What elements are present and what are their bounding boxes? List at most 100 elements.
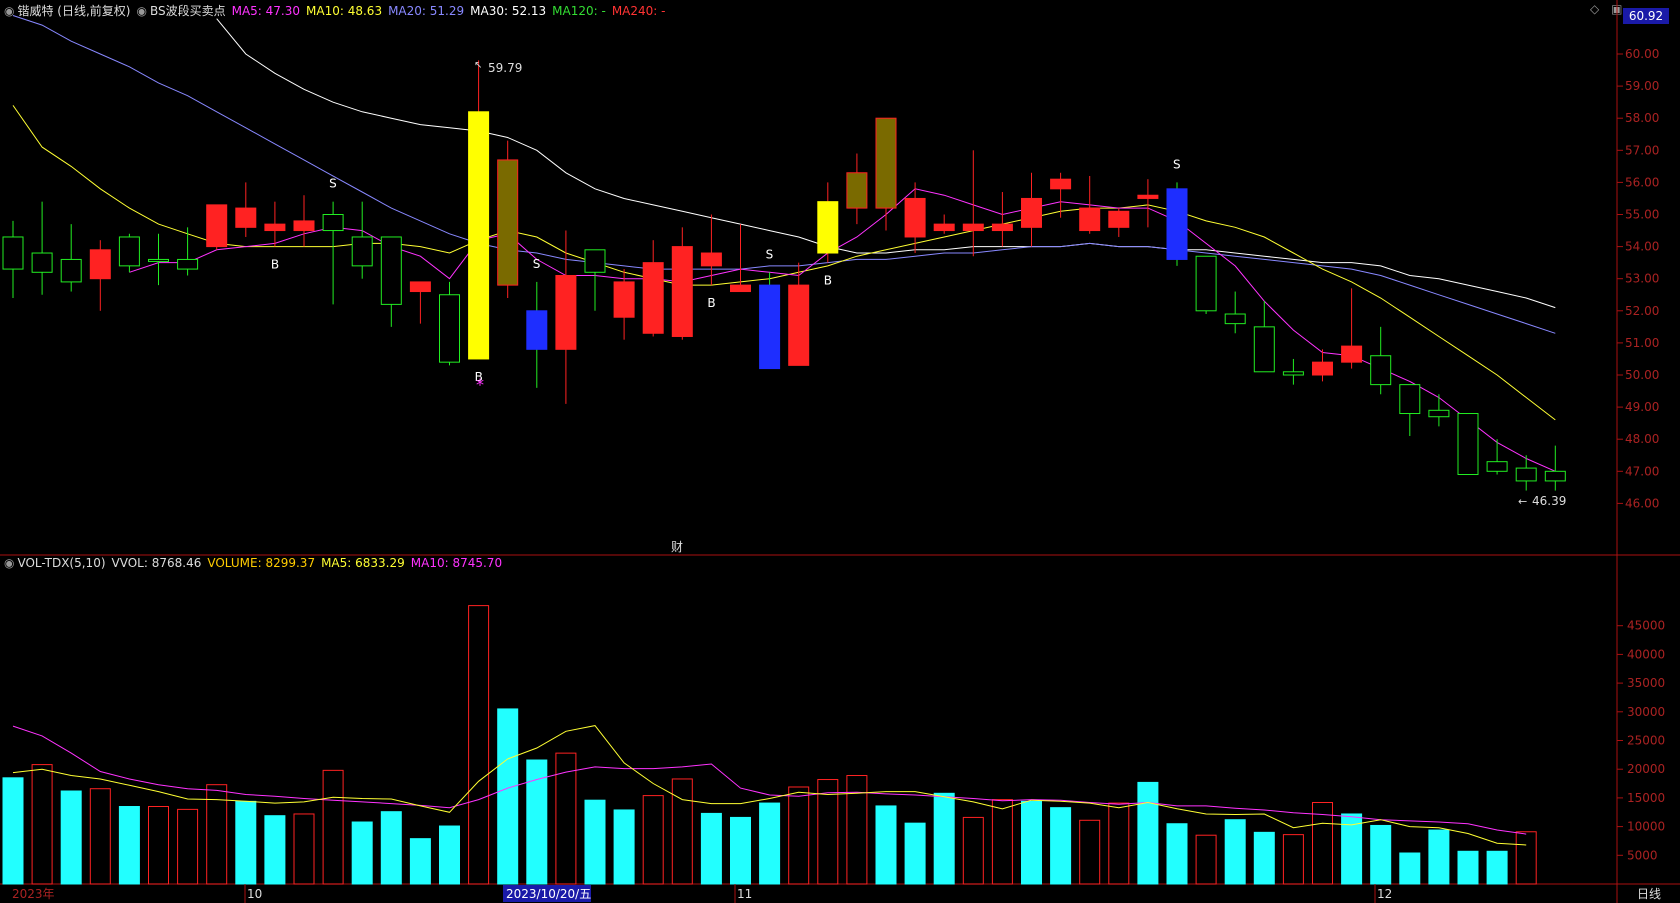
volume-bar <box>962 816 984 885</box>
date-label-dec: 12 <box>1377 887 1392 901</box>
period-label[interactable]: 日线 <box>1637 887 1661 901</box>
candle-body <box>642 262 664 334</box>
volume-bar <box>671 778 693 885</box>
candle-body <box>206 204 228 248</box>
candle-body <box>380 236 402 305</box>
volume-bar <box>380 811 402 885</box>
cursor-date-label: 2023/10/20/五 <box>506 887 591 901</box>
volume-bar <box>584 799 606 885</box>
sell-signal: S <box>1173 157 1181 171</box>
volume-bar <box>1224 819 1246 885</box>
volume-tick-label: 10000 <box>1627 820 1665 834</box>
candle-body <box>933 223 955 232</box>
volume-tick-label: 5000 <box>1627 848 1658 862</box>
volume-bar <box>933 792 955 885</box>
candle-body <box>1457 413 1479 476</box>
volume-bar <box>1282 834 1304 885</box>
candle-body <box>31 252 53 273</box>
volume-bar <box>148 806 169 885</box>
volume-bar <box>118 806 140 885</box>
volume-bar <box>235 800 257 885</box>
candle-body <box>846 172 868 209</box>
volume-bar <box>1166 823 1188 885</box>
price-tick-label: 53.00 <box>1625 272 1659 286</box>
volume-bar <box>1079 819 1101 885</box>
volume-axis: 45000 40000 35000 30000 25000 20000 15000 10000… <box>1617 619 1665 862</box>
volume-bar <box>89 788 111 885</box>
candle-body <box>409 281 431 293</box>
date-label-nov: 11 <box>737 887 752 901</box>
candle-body <box>89 249 111 280</box>
volume-bar <box>642 795 664 885</box>
candle-body <box>555 274 577 350</box>
price-tick-label: 46.00 <box>1625 496 1659 510</box>
volume-bar <box>1486 850 1508 885</box>
sell-signal: S <box>766 247 774 261</box>
volume-bar <box>788 786 810 885</box>
date-axis: 2023年 10 2023/10/20/五 11 12 日线 <box>12 884 1661 903</box>
volume-bar <box>613 809 635 885</box>
volume-bar <box>1195 834 1217 885</box>
candle-body <box>1515 467 1537 482</box>
price-tick-label: 59.00 <box>1625 79 1659 93</box>
volume-bar <box>1108 802 1130 885</box>
volume-tick-label: 30000 <box>1627 705 1665 719</box>
candle-body <box>1137 194 1159 199</box>
candle-body <box>1486 461 1508 472</box>
kline-chart-window[interactable]: ◉ 锴威特 (日线,前复权) ◉ BS波段买卖点 MA5: 47.30 MA10: 48.… <box>0 0 1680 903</box>
volume-bar <box>1137 781 1159 885</box>
volume-bar <box>31 764 53 885</box>
chart-canvas[interactable]: 60.00 59.00 58.00 57.00 56.00 55.00 54.00 53.00… <box>0 0 1680 903</box>
price-tick-label: 55.00 <box>1625 208 1659 222</box>
candle-body <box>293 220 315 232</box>
volume-bar <box>991 799 1013 885</box>
candle-body <box>322 214 344 232</box>
candle-body <box>584 249 606 273</box>
buy-signal: B <box>824 274 832 288</box>
volume-bar <box>1515 831 1537 885</box>
price-tick-label: 52.00 <box>1625 304 1659 318</box>
candle-body <box>700 252 722 267</box>
volume-bar <box>293 813 315 885</box>
volume-tick-label: 40000 <box>1627 647 1665 661</box>
candle-body <box>613 281 635 318</box>
candle-body <box>1050 178 1072 190</box>
bs-signal-markers: BSBSBSBS <box>271 157 1181 384</box>
candle-body <box>439 294 460 363</box>
candle-body <box>1544 470 1566 482</box>
volume-tick-label: 25000 <box>1627 734 1665 748</box>
volume-tick-label: 45000 <box>1627 619 1665 633</box>
candle-body <box>468 111 490 360</box>
volume-bar <box>1253 831 1275 885</box>
price-tick-label: 48.00 <box>1625 432 1659 446</box>
candle-body <box>60 258 82 283</box>
price-tick-label: 50.00 <box>1625 368 1659 382</box>
volume-bar <box>730 816 751 885</box>
low-arrow-icon: ← <box>1518 495 1527 508</box>
volume-bar <box>177 808 199 885</box>
candle-body <box>148 258 169 262</box>
candle-body <box>1224 313 1246 325</box>
volume-bar <box>1021 800 1042 885</box>
candle-body <box>1341 345 1363 363</box>
volume-bar <box>904 822 926 885</box>
finance-marker[interactable]: 财 <box>671 540 683 554</box>
volume-bar <box>264 815 286 885</box>
volume-bar <box>555 752 577 885</box>
candle-body <box>351 236 373 267</box>
price-tick-label: 57.00 <box>1625 143 1659 157</box>
volume-bar <box>409 838 431 885</box>
volume-bar <box>1399 852 1421 885</box>
price-tick-label: 51.00 <box>1625 336 1659 350</box>
price-tick-label: 54.00 <box>1625 240 1659 254</box>
volume-bar <box>1370 824 1392 885</box>
candle-body <box>2 236 24 270</box>
moving-average-lines <box>12 15 1556 472</box>
candle-body <box>1195 255 1217 312</box>
candle-body <box>1282 371 1304 376</box>
volume-tick-label: 15000 <box>1627 791 1665 805</box>
price-tick-label: 58.00 <box>1625 111 1659 125</box>
date-label-year: 2023年 <box>12 887 55 901</box>
candle-body <box>1253 326 1275 373</box>
candle-body <box>904 197 926 238</box>
